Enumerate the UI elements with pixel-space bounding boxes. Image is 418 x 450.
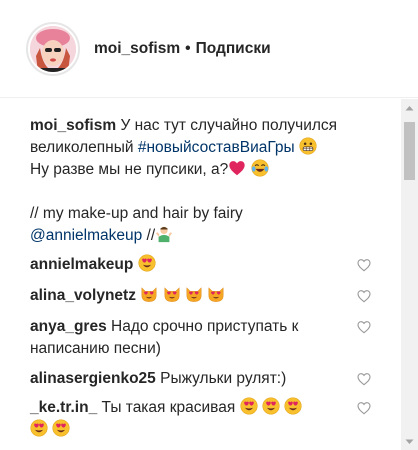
comment-item: alina_volynetz <box>30 285 360 307</box>
tears-of-joy-icon <box>251 159 269 177</box>
heart-eyes-cat-icon <box>207 285 225 303</box>
comment-item: annielmakeup <box>30 254 360 276</box>
heart-eyes-cat-icon <box>163 285 181 303</box>
red-heart-icon <box>229 161 245 176</box>
comment-item: anya_gres Надо срочно приступать к напис… <box>30 316 360 360</box>
like-heart-icon[interactable] <box>356 319 372 335</box>
comment-text: Надо срочно приступать к <box>111 318 299 335</box>
heart-eyes-icon <box>284 397 302 415</box>
person-shrugging-icon <box>155 225 174 243</box>
caption-text-3: Ну разве мы не пупсики, а? <box>30 161 229 178</box>
heart-eyes-icon <box>262 397 280 415</box>
heart-eyes-icon <box>30 419 48 437</box>
like-heart-icon[interactable] <box>356 400 372 416</box>
caption-author[interactable]: moi_sofism <box>30 117 116 134</box>
mention-link[interactable]: @annielmakeup <box>30 227 142 244</box>
scroll-up-arrow-icon[interactable] <box>401 99 418 116</box>
comment-text: Ты такая красивая <box>101 399 236 416</box>
caption-text-5: // my make-up and hair by fairy <box>30 205 243 222</box>
post-header: moi_sofism • Подписки <box>0 0 418 98</box>
caption-text-6: // <box>142 227 156 244</box>
following-button[interactable]: Подписки <box>196 40 271 58</box>
comment-author[interactable]: _ke.tr.in_ <box>30 399 97 416</box>
scroll-down-arrow-icon[interactable] <box>401 433 418 450</box>
comment-text-continued: написанию песни) <box>30 340 161 357</box>
heart-eyes-cat-icon <box>140 285 158 303</box>
comment-author[interactable]: alina_volynetz <box>30 287 136 304</box>
hashtag-link[interactable]: #новыйсоставВиаГры <box>138 139 295 156</box>
avatar-image <box>30 25 76 72</box>
comment-author[interactable]: anya_gres <box>30 318 107 335</box>
like-heart-icon[interactable] <box>356 371 372 387</box>
heart-eyes-icon <box>138 254 156 272</box>
separator-dot: • <box>185 39 191 57</box>
post-caption: moi_sofism У нас тут случайно получился … <box>30 115 390 247</box>
avatar[interactable] <box>26 21 80 76</box>
scrollbar-thumb[interactable] <box>404 122 415 180</box>
heart-eyes-icon <box>240 397 258 415</box>
like-heart-icon[interactable] <box>356 257 372 273</box>
comment-author[interactable]: alinasergienko25 <box>30 370 156 387</box>
heart-eyes-cat-icon <box>185 285 203 303</box>
caption-text-2: великолепный <box>30 139 138 156</box>
scrollbar[interactable] <box>401 99 418 450</box>
comment-item: alinasergienko25 Рыжульки рулят:) <box>30 368 360 390</box>
heart-eyes-icon <box>52 419 70 437</box>
comments-list[interactable]: moi_sofism У нас тут случайно получился … <box>0 99 400 450</box>
comment-item: _ke.tr.in_ Ты такая красивая <box>30 397 360 441</box>
grimacing-face-icon <box>299 137 317 155</box>
header-username[interactable]: moi_sofism <box>94 40 180 58</box>
comment-author[interactable]: annielmakeup <box>30 256 133 273</box>
like-heart-icon[interactable] <box>356 288 372 304</box>
comment-text: Рыжульки рулят:) <box>160 370 287 387</box>
caption-text-1: У нас тут случайно получился <box>120 117 338 134</box>
